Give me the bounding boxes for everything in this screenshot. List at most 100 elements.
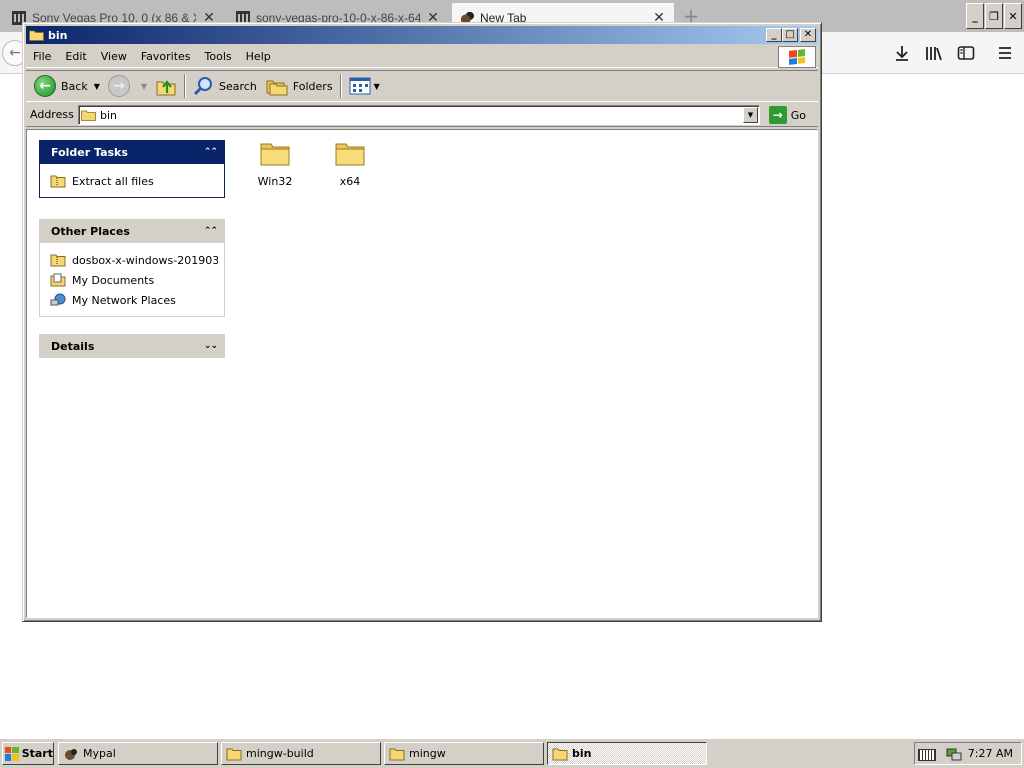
- folder-name: x64: [339, 175, 361, 188]
- task-label: bin: [572, 747, 592, 760]
- menu-icon[interactable]: [995, 43, 1015, 63]
- go-arrow-icon: →: [768, 106, 787, 124]
- task-label: Mypal: [83, 747, 116, 760]
- folder-icon: [29, 30, 44, 41]
- back-label: Back: [61, 79, 88, 93]
- zip-folder-icon: [50, 175, 66, 188]
- folder-icon: [335, 143, 365, 166]
- toolbar-separator: [184, 74, 187, 98]
- network-icon[interactable]: [946, 747, 962, 761]
- minimize-button[interactable]: _: [766, 28, 782, 42]
- folder-icon: [226, 748, 242, 760]
- go-button[interactable]: → Go: [768, 105, 806, 125]
- start-button[interactable]: Start: [2, 742, 54, 765]
- my-network-places-link[interactable]: My Network Places: [50, 290, 218, 310]
- address-label: Address: [30, 108, 74, 121]
- network-icon: [50, 293, 66, 306]
- address-bar: Address bin ▼ → Go: [26, 103, 818, 127]
- details-panel: Details ⌄⌄: [39, 334, 225, 358]
- system-tray: 7:27 AM: [914, 742, 1022, 765]
- folder-icon: [389, 748, 405, 760]
- windows-logo-icon: [5, 746, 19, 761]
- forward-arrow-icon: →: [107, 75, 130, 97]
- folder-icon: [260, 143, 290, 166]
- start-label: Start: [21, 747, 53, 760]
- back-arrow-icon: ←: [34, 75, 56, 97]
- search-icon: [193, 77, 213, 96]
- link-label: My Documents: [72, 273, 155, 287]
- expand-icon[interactable]: ⌄⌄: [204, 341, 218, 351]
- dosbox-folder-link[interactable]: dosbox-x-windows-20190306: [50, 250, 218, 270]
- up-folder-icon: [156, 80, 176, 96]
- folder-tasks-header[interactable]: Folder Tasks ⌃⌃: [39, 140, 225, 164]
- close-button[interactable]: ✕: [800, 28, 816, 42]
- link-label: My Network Places: [72, 293, 176, 307]
- browser-window-controls: _ ❐ ✕: [966, 3, 1022, 29]
- address-input[interactable]: bin ▼: [78, 105, 760, 125]
- menu-file[interactable]: File: [26, 50, 58, 63]
- menu-view[interactable]: View: [94, 50, 134, 63]
- maximize-button[interactable]: □: [782, 28, 798, 42]
- folders-label: Folders: [292, 79, 333, 93]
- zip-folder-icon: [50, 254, 66, 267]
- extract-all-files-link[interactable]: Extract all files: [50, 171, 218, 191]
- menu-favorites[interactable]: Favorites: [134, 50, 198, 63]
- up-folder-button[interactable]: [151, 72, 181, 100]
- folder-view: Folder Tasks ⌃⌃ Extract all files Other …: [26, 129, 818, 618]
- minimize-button[interactable]: _: [966, 3, 984, 29]
- panel-title: Details: [51, 339, 95, 353]
- other-places-panel: Other Places ⌃⌃ dosbox-x-windows-2019030…: [39, 219, 225, 317]
- fox-icon: [65, 748, 77, 760]
- close-button[interactable]: ✕: [1004, 3, 1022, 29]
- taskbar-item-mypal[interactable]: Mypal: [58, 742, 218, 765]
- forward-button[interactable]: → ▼: [104, 72, 151, 100]
- library-icon[interactable]: [924, 43, 944, 63]
- window-title: bin: [48, 28, 68, 42]
- panel-title: Other Places: [51, 224, 130, 238]
- restore-button[interactable]: ❐: [985, 3, 1003, 29]
- back-button[interactable]: ← Back ▼: [30, 72, 104, 100]
- chevron-down-icon[interactable]: ▼: [374, 82, 380, 91]
- folder-item[interactable]: x64: [320, 140, 380, 188]
- go-label: Go: [790, 108, 806, 122]
- menu-help[interactable]: Help: [239, 50, 278, 63]
- other-places-header[interactable]: Other Places ⌃⌃: [39, 219, 225, 243]
- menu-edit[interactable]: Edit: [58, 50, 93, 63]
- views-button[interactable]: ▼: [345, 72, 384, 100]
- folder-name: Win32: [257, 175, 293, 188]
- taskbar-item-bin[interactable]: bin: [547, 742, 707, 765]
- taskbar: Start Mypal mingw-build mingw bin 7:27 A…: [0, 738, 1024, 768]
- collapse-icon[interactable]: ⌃⌃: [204, 226, 218, 236]
- folders-icon: [266, 80, 288, 96]
- taskbar-item-mingw[interactable]: mingw: [384, 742, 544, 765]
- folder-icon: [81, 110, 96, 121]
- folder-icon: [552, 748, 568, 760]
- taskbar-item-mingw-build[interactable]: mingw-build: [221, 742, 381, 765]
- details-header[interactable]: Details ⌄⌄: [39, 334, 225, 358]
- toolbar-separator: [339, 74, 342, 98]
- collapse-icon[interactable]: ⌃⌃: [204, 147, 218, 157]
- views-icon: [349, 77, 371, 95]
- task-label: mingw: [409, 747, 446, 760]
- sidebar-icon[interactable]: [956, 43, 976, 63]
- windows-logo-icon: [778, 46, 816, 68]
- folders-button[interactable]: Folders: [261, 72, 337, 100]
- folder-item[interactable]: Win32: [245, 140, 305, 188]
- menu-tools[interactable]: Tools: [198, 50, 239, 63]
- chevron-down-icon[interactable]: ▼: [94, 82, 100, 91]
- explorer-window: bin _ □ ✕ File Edit View Favorites Tools…: [22, 22, 822, 622]
- search-button[interactable]: Search: [189, 72, 261, 100]
- folder-tasks-panel: Folder Tasks ⌃⌃ Extract all files: [39, 140, 225, 198]
- chevron-down-icon[interactable]: ▼: [743, 107, 758, 123]
- clock[interactable]: 7:27 AM: [968, 747, 1013, 760]
- title-bar[interactable]: bin _ □ ✕: [26, 26, 818, 44]
- download-icon[interactable]: [892, 43, 912, 63]
- task-label: mingw-build: [246, 747, 314, 760]
- my-documents-link[interactable]: My Documents: [50, 270, 218, 290]
- link-label: Extract all files: [72, 174, 154, 188]
- my-documents-icon: [50, 273, 66, 287]
- chevron-down-icon[interactable]: ▼: [141, 82, 147, 91]
- panel-title: Folder Tasks: [51, 145, 128, 159]
- search-label: Search: [219, 79, 257, 93]
- link-label: dosbox-x-windows-20190306: [72, 253, 218, 267]
